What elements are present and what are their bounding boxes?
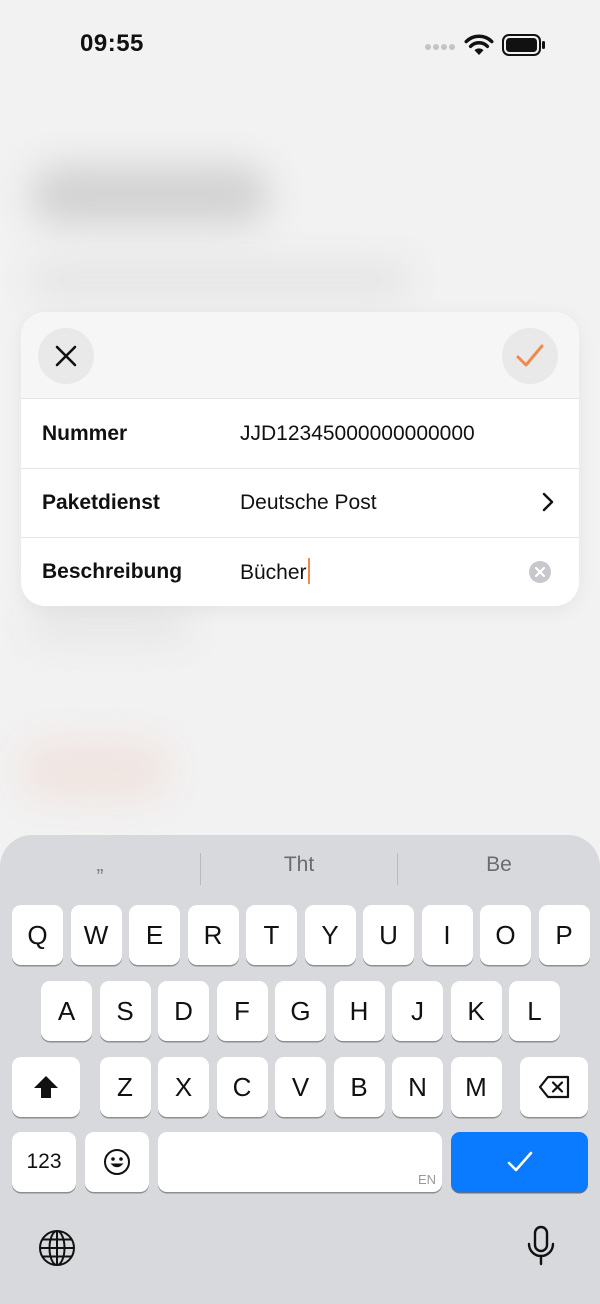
wifi-icon: [464, 34, 494, 55]
key-e[interactable]: E: [129, 905, 180, 965]
key-d[interactable]: D: [158, 981, 209, 1041]
carrier-value: Deutsche Post: [240, 490, 377, 514]
key-a[interactable]: A: [41, 981, 92, 1041]
key-j[interactable]: J: [392, 981, 443, 1041]
close-button[interactable]: [38, 328, 94, 384]
key-i[interactable]: I: [421, 905, 473, 965]
cellular-signal-icon: [425, 44, 455, 50]
numbers-key[interactable]: 123: [12, 1132, 76, 1192]
done-key[interactable]: [451, 1132, 588, 1192]
close-icon: [55, 345, 77, 367]
key-p[interactable]: P: [538, 905, 590, 965]
key-g[interactable]: G: [275, 981, 326, 1041]
key-m[interactable]: M: [450, 1057, 502, 1117]
description-field[interactable]: Bücher: [240, 558, 310, 585]
carrier-label: Paketdienst: [42, 490, 160, 514]
key-q[interactable]: Q: [12, 905, 63, 965]
tracking-number-row[interactable]: Nummer JJD12345000000000000: [21, 399, 579, 469]
software-keyboard: „ Tht Be Q W E R T Y U I O P A S D F G H…: [0, 835, 600, 1304]
globe-icon[interactable]: [38, 1229, 76, 1267]
key-h[interactable]: H: [333, 981, 385, 1041]
description-row[interactable]: Beschreibung Bücher: [21, 537, 579, 606]
key-r[interactable]: R: [187, 905, 239, 965]
microphone-icon[interactable]: [526, 1225, 556, 1267]
delete-key[interactable]: [520, 1057, 588, 1117]
suggestion-item[interactable]: Be: [398, 853, 600, 877]
clear-text-icon[interactable]: [529, 561, 551, 583]
status-bar: 09:55: [0, 0, 600, 90]
key-y[interactable]: Y: [304, 905, 356, 965]
backspace-icon: [538, 1075, 570, 1099]
add-package-sheet: Nummer JJD12345000000000000 Paketdienst …: [21, 312, 579, 606]
confirm-button[interactable]: [502, 328, 558, 384]
chevron-right-icon: [542, 492, 554, 512]
keyboard-language-hint: EN: [417, 1172, 436, 1187]
suggestion-bar: „ Tht Be: [0, 835, 600, 901]
key-n[interactable]: N: [392, 1057, 443, 1117]
key-k[interactable]: K: [450, 981, 502, 1041]
carrier-row[interactable]: Paketdienst Deutsche Post: [21, 468, 579, 538]
shift-icon: [34, 1076, 58, 1098]
key-l[interactable]: L: [509, 981, 560, 1041]
tracking-number-field[interactable]: JJD12345000000000000: [240, 422, 475, 446]
key-t[interactable]: T: [246, 905, 297, 965]
background-text-blur: [30, 610, 190, 640]
key-w[interactable]: W: [70, 905, 122, 965]
checkmark-icon: [507, 1151, 532, 1172]
key-c[interactable]: C: [216, 1057, 268, 1117]
key-o[interactable]: O: [480, 905, 531, 965]
key-v[interactable]: V: [275, 1057, 326, 1117]
key-s[interactable]: S: [99, 981, 151, 1041]
checkmark-icon: [516, 344, 544, 367]
key-f[interactable]: F: [216, 981, 268, 1041]
text-cursor: [307, 558, 310, 584]
background-title-blur: [30, 165, 270, 225]
key-b[interactable]: B: [333, 1057, 385, 1117]
tracking-number-label: Nummer: [42, 421, 128, 445]
shift-key[interactable]: [12, 1057, 80, 1117]
sheet-header: [21, 312, 579, 399]
status-time: 09:55: [80, 30, 144, 57]
suggestion-item[interactable]: „: [0, 853, 200, 877]
suggestion-item[interactable]: Tht: [200, 853, 398, 877]
key-x[interactable]: X: [158, 1057, 209, 1117]
description-text: Bücher: [240, 561, 307, 584]
description-label: Beschreibung: [42, 559, 183, 583]
emoji-key[interactable]: [85, 1132, 149, 1192]
emoji-icon: [104, 1149, 130, 1175]
background-accent-blur: [20, 740, 170, 800]
background-text-blur: [30, 265, 410, 295]
space-key[interactable]: EN: [158, 1132, 442, 1192]
key-z[interactable]: Z: [99, 1057, 151, 1117]
key-u[interactable]: U: [363, 905, 414, 965]
battery-icon: [502, 34, 545, 56]
